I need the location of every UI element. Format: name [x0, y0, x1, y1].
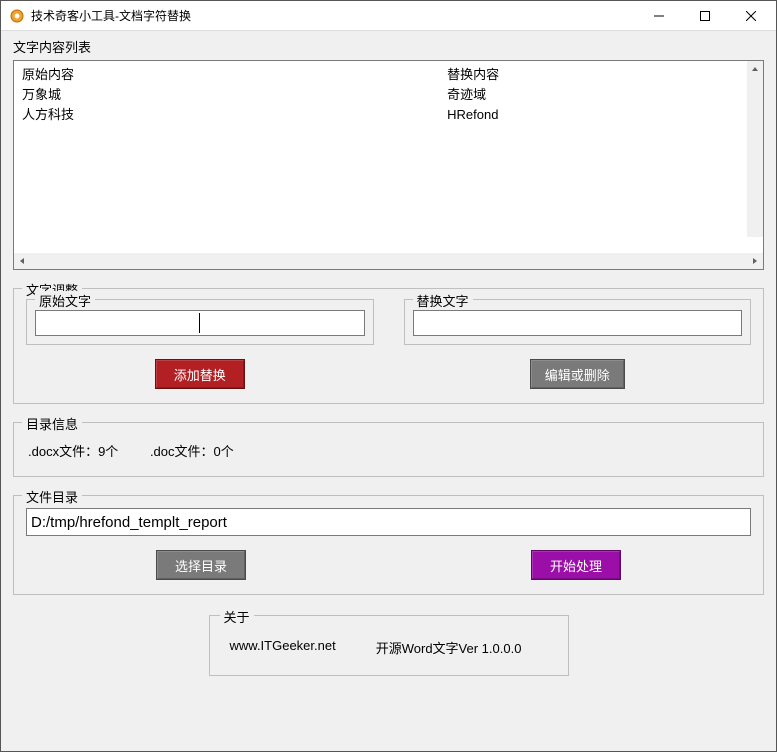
about-version: 开源Word文字Ver 1.0.0.0 — [376, 638, 522, 657]
about-site: www.ITGeeker.net — [230, 638, 336, 657]
header-original: 原始内容 — [22, 65, 447, 85]
header-replace: 替换内容 — [447, 65, 755, 85]
horizontal-scrollbar[interactable] — [14, 253, 763, 269]
replace-text-label: 替换文字 — [413, 291, 473, 310]
text-adjust-group: 文字调整 原始文字 添加替换 替换文字 — [13, 288, 764, 404]
list-content: 原始内容 替换内容 万象城 奇迹域 人方科技 HRefond — [14, 61, 763, 253]
edit-delete-button[interactable]: 编辑或删除 — [530, 359, 625, 389]
close-button[interactable] — [728, 1, 774, 31]
list-section-label: 文字内容列表 — [13, 37, 764, 56]
list-cell-replace: 奇迹域 — [447, 85, 755, 105]
scroll-left-icon[interactable] — [14, 253, 30, 269]
docx-count: .docx文件：9个 — [28, 444, 118, 459]
dir-info-label: 目录信息 — [22, 414, 82, 433]
doc-count: .doc文件：0个 — [150, 444, 234, 459]
file-dir-group: 文件目录 选择目录 开始处理 — [13, 495, 764, 595]
list-cell-original: 万象城 — [22, 85, 447, 105]
list-header-row: 原始内容 替换内容 — [22, 65, 755, 85]
about-group: 关于 www.ITGeeker.net 开源Word文字Ver 1.0.0.0 — [209, 615, 569, 676]
about-label: 关于 — [220, 607, 254, 626]
maximize-button[interactable] — [682, 1, 728, 31]
scroll-right-icon[interactable] — [747, 253, 763, 269]
list-cell-replace: HRefond — [447, 105, 755, 125]
list-section: 文字内容列表 原始内容 替换内容 万象城 奇迹域 人方科技 HRefond — [13, 37, 764, 270]
dir-info-text: .docx文件：9个 .doc文件：0个 — [26, 437, 751, 464]
list-cell-original: 人方科技 — [22, 105, 447, 125]
title-bar: 技术奇客小工具-文档字符替换 — [1, 1, 776, 31]
vertical-scrollbar[interactable] — [747, 61, 763, 237]
directory-path-input[interactable] — [31, 511, 746, 533]
original-text-group: 原始文字 — [26, 299, 374, 345]
replace-text-input[interactable] — [416, 313, 740, 333]
original-text-label: 原始文字 — [35, 291, 95, 310]
replace-text-group: 替换文字 — [404, 299, 752, 345]
replacement-list[interactable]: 原始内容 替换内容 万象城 奇迹域 人方科技 HRefond — [13, 60, 764, 270]
client-area: 文字内容列表 原始内容 替换内容 万象城 奇迹域 人方科技 HRefond — [1, 31, 776, 751]
dir-info-group: 目录信息 .docx文件：9个 .doc文件：0个 — [13, 422, 764, 477]
choose-directory-button[interactable]: 选择目录 — [156, 550, 246, 580]
window-controls — [636, 1, 774, 30]
list-item[interactable]: 人方科技 HRefond — [22, 105, 755, 125]
add-replace-button[interactable]: 添加替换 — [155, 359, 245, 389]
minimize-button[interactable] — [636, 1, 682, 31]
original-text-input[interactable] — [38, 313, 200, 333]
list-item[interactable]: 万象城 奇迹域 — [22, 85, 755, 105]
start-process-button[interactable]: 开始处理 — [531, 550, 621, 580]
file-dir-label: 文件目录 — [22, 487, 82, 506]
window-title: 技术奇客小工具-文档字符替换 — [31, 7, 636, 24]
scroll-up-icon[interactable] — [747, 61, 763, 77]
app-icon — [9, 8, 25, 24]
app-window: 技术奇客小工具-文档字符替换 文字内容列表 原始内容 替换内容 — [0, 0, 777, 752]
